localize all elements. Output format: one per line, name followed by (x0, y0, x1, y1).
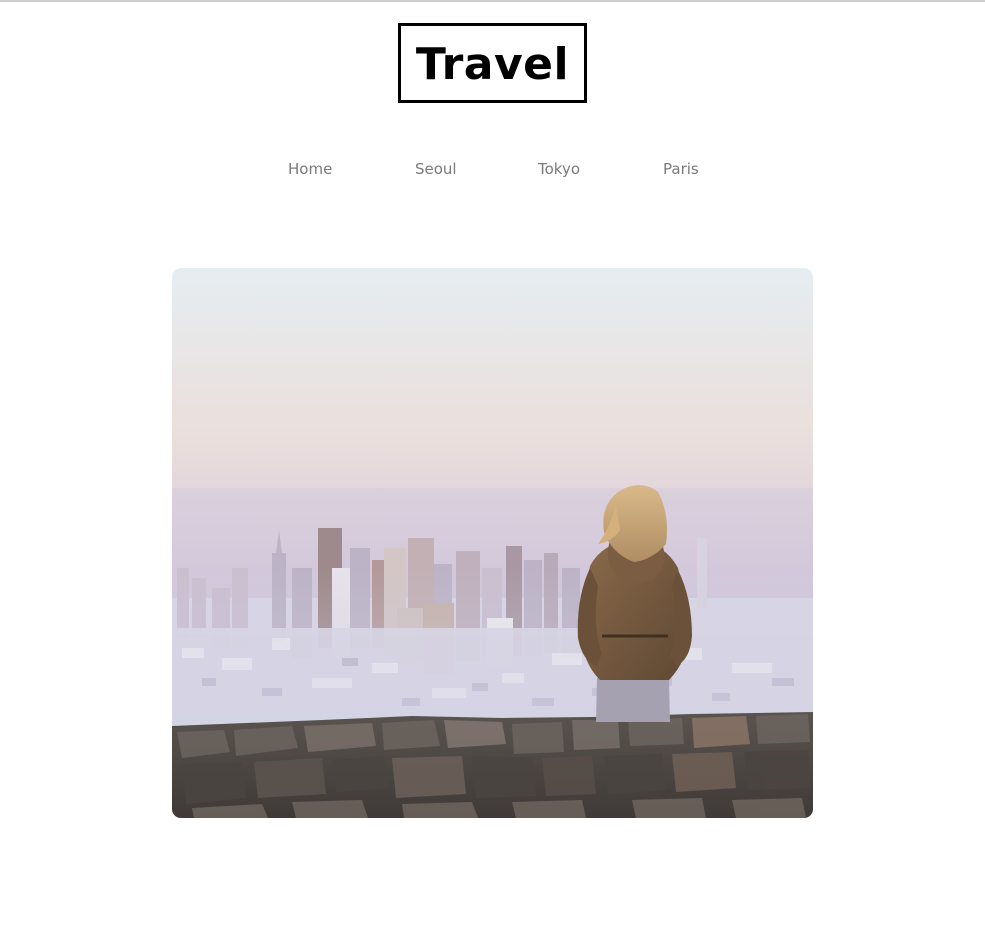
city-overlook-photo (172, 268, 813, 818)
nav-link-tokyo[interactable]: Tokyo (538, 160, 580, 178)
nav-link-paris[interactable]: Paris (663, 160, 699, 178)
nav-link-seoul[interactable]: Seoul (415, 160, 457, 178)
top-divider (0, 0, 985, 2)
nav-link-home[interactable]: Home (288, 160, 332, 178)
site-logo-text: Travel (415, 39, 570, 90)
site-logo[interactable]: Travel (398, 23, 587, 103)
main-nav: Home Seoul Tokyo Paris (0, 160, 985, 184)
hero-image (172, 268, 813, 818)
